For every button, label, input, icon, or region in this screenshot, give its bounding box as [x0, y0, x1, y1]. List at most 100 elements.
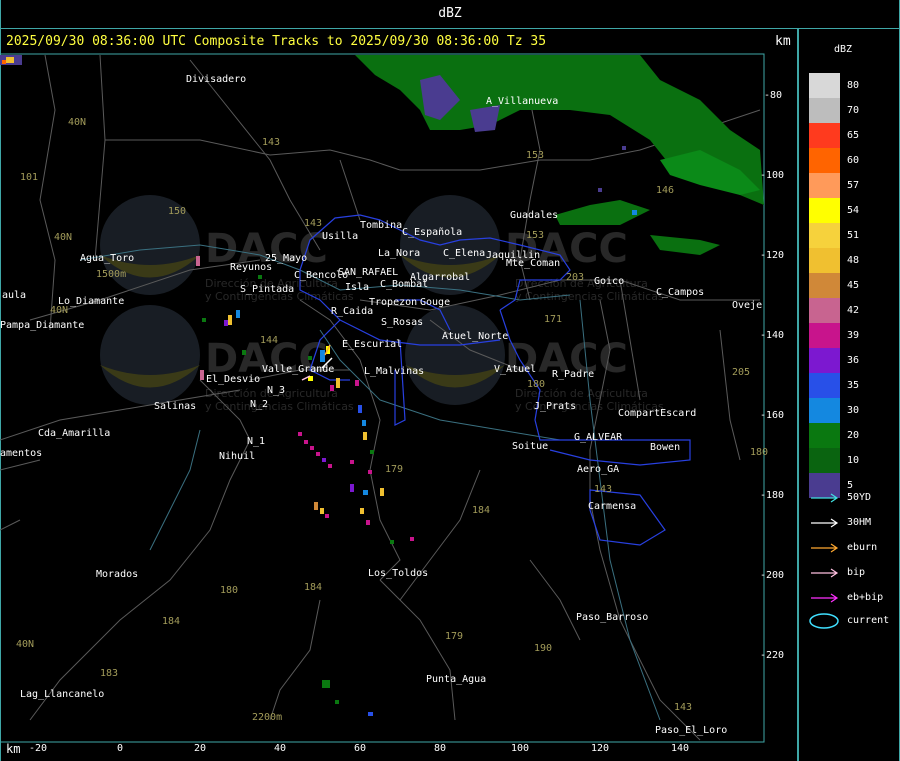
legend-level: 60: [809, 148, 894, 173]
place-label: SAN_RAFAEL: [338, 267, 398, 278]
legend-swatch: [809, 173, 840, 198]
legend-level-label: 65: [847, 130, 860, 141]
svg-text:203: 203: [566, 272, 584, 283]
svg-text:179: 179: [445, 631, 463, 642]
legend-swatch: [809, 448, 840, 473]
svg-text:146: 146: [656, 185, 674, 196]
legend-level: 70: [809, 98, 894, 123]
place-label: Agua_Toro: [80, 253, 134, 264]
legend-current: current: [809, 613, 894, 629]
legend-track-label: 30HM: [847, 517, 872, 528]
place-label: Nihuil: [219, 451, 255, 462]
km-unit-bottom: km: [6, 742, 21, 756]
place-label: C_Bombal: [380, 279, 428, 290]
place-label: Paso_Barroso: [576, 612, 648, 623]
legend-level-label: 70: [847, 105, 860, 116]
svg-text:153: 153: [526, 150, 544, 161]
legend-level-label: 60: [847, 155, 860, 166]
place-label: N_1: [247, 436, 265, 447]
svg-text:180: 180: [750, 447, 768, 458]
legend-level: 57: [809, 173, 894, 198]
radar-map[interactable]: DACC Dirección de Agricultura y Continge…: [0, 29, 797, 761]
legend-track: eburn: [809, 540, 894, 556]
legend-level-label: 20: [847, 430, 860, 441]
x-axis-ticks: -20 0 20 40 60 80 100 120 140: [29, 743, 689, 754]
svg-text:205: 205: [732, 367, 750, 378]
place-label: Punta_Agua: [426, 674, 486, 685]
svg-text:179: 179: [385, 464, 403, 475]
place-label: R_Padre: [552, 369, 594, 380]
legend-track: 30HM: [809, 515, 894, 531]
legend-swatch: [809, 73, 840, 98]
place-label: Los_Toldos: [368, 568, 428, 579]
legend-level: 45: [809, 273, 894, 298]
place-label: 25_Mayo: [265, 253, 307, 264]
place-label: Tombina: [360, 220, 402, 231]
place-label: Soitue: [512, 441, 548, 452]
legend-track: eb+bip: [809, 590, 894, 606]
legend-level-label: 39: [847, 330, 860, 341]
legend-level: 30: [809, 398, 894, 423]
place-label: Lo_Diamante: [58, 296, 124, 307]
watermark-logo: DACC Dirección de Agricultura y Continge…: [405, 305, 664, 413]
x-tick: 40: [274, 743, 286, 754]
legend-level: 54: [809, 198, 894, 223]
place-label: Aero_GA: [577, 464, 619, 475]
place-label: aula: [2, 290, 26, 301]
place-label: Lag_Llancanelo: [20, 689, 104, 700]
place-label: C_Española: [402, 227, 462, 238]
place-label: Tropezon: [369, 297, 417, 308]
place-label: Guadales: [510, 210, 558, 221]
svg-text:40N: 40N: [16, 639, 34, 650]
svg-text:184: 184: [304, 582, 322, 593]
y-tick: -120: [760, 250, 784, 261]
legend-track: 50YD: [809, 490, 894, 506]
place-label: Divisadero: [186, 74, 246, 85]
svg-text:150: 150: [168, 206, 186, 217]
y-tick: -200: [760, 570, 784, 581]
place-label: Valle_Grande: [262, 364, 334, 375]
legend-level: 48: [809, 248, 894, 273]
legend-level-label: 36: [847, 355, 860, 366]
place-label: E_Escurial: [342, 339, 402, 350]
place-label: Cda_Amarilla: [38, 428, 110, 439]
legend-panel: dBZ 80 70 65 60 57 54 51 48 45 42 39 36 35 30 20 10 5 50…: [799, 29, 900, 761]
title-bar: dBZ: [0, 0, 900, 28]
x-tick: -20: [29, 743, 47, 754]
legend-track-label: 50YD: [847, 492, 872, 503]
y-tick: -160: [760, 410, 784, 421]
svg-text:143: 143: [594, 484, 612, 495]
place-label: N_3: [267, 385, 285, 396]
legend-level-label: 48: [847, 255, 860, 266]
place-label: Isla: [345, 282, 369, 293]
track-arrow-icon: [811, 593, 839, 603]
legend-swatch: [809, 98, 840, 123]
track-arrow-icon: [811, 568, 839, 578]
place-label: V_Atuel: [494, 364, 536, 375]
x-tick: 0: [117, 743, 123, 754]
x-tick: 20: [194, 743, 206, 754]
svg-text:2200m: 2200m: [252, 712, 282, 723]
composite-header: 2025/09/30 08:36:00 UTC Composite Tracks…: [6, 34, 547, 49]
legend-swatch: [809, 423, 840, 448]
legend-swatch: [809, 248, 840, 273]
y-tick: -100: [760, 170, 784, 181]
place-label: Atuel_Norte: [442, 331, 508, 342]
svg-text:1500m: 1500m: [96, 269, 126, 280]
legend-level-label: 51: [847, 230, 860, 241]
x-tick: 100: [511, 743, 529, 754]
current-icon: [809, 613, 839, 629]
svg-text:y Contingencias Climáticas: y Contingencias Climáticas: [515, 290, 664, 303]
svg-text:143: 143: [262, 137, 280, 148]
place-label: Paso_El_Loro: [655, 725, 727, 736]
place-label: CompartEscard: [618, 408, 696, 419]
place-label: Oveje: [732, 300, 762, 311]
plot-frame: [0, 53, 765, 743]
legend-swatch: [809, 148, 840, 173]
legend-swatch: [809, 348, 840, 373]
place-label: S_Rosas: [381, 317, 423, 328]
legend-swatch: [809, 223, 840, 248]
legend-level: 51: [809, 223, 894, 248]
y-tick: -180: [760, 490, 784, 501]
place-label: amentos: [0, 448, 42, 459]
